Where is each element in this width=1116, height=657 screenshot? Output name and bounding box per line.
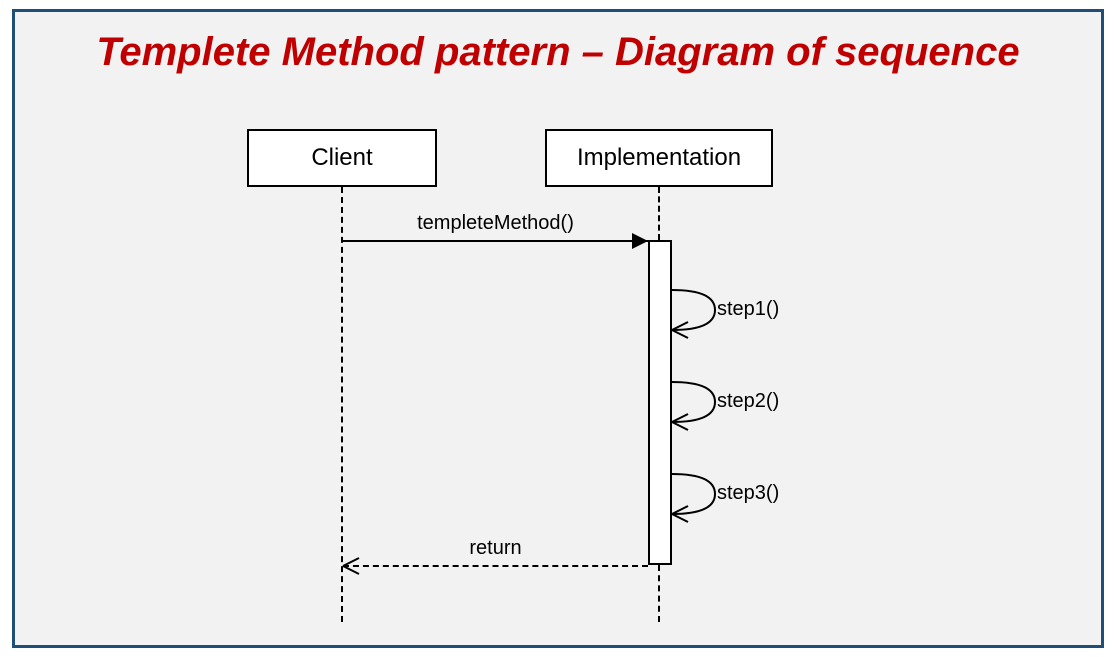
self-call-label-step1: step1() [717, 298, 779, 321]
self-call-label-step3: step3() [717, 482, 779, 505]
lifeline-label-implementation: Implementation [577, 144, 741, 172]
sequence-diagram: Client Implementation templeteMethod() r… [15, 12, 1107, 651]
lifeline-head-client: Client [247, 129, 437, 187]
message-call-label: templeteMethod() [343, 212, 648, 235]
lifeline-head-implementation: Implementation [545, 129, 773, 187]
self-call-step3 [672, 474, 715, 522]
self-call-step2 [672, 382, 715, 430]
activation-implementation [648, 240, 672, 565]
message-return-line [343, 565, 648, 567]
lifeline-implementation-bottom [658, 565, 660, 622]
self-call-step1 [672, 290, 715, 338]
lifeline-implementation-top [658, 187, 660, 240]
lifeline-label-client: Client [311, 144, 372, 172]
message-call-line [343, 240, 648, 242]
message-return-label: return [343, 537, 648, 560]
self-call-label-step2: step2() [717, 390, 779, 413]
diagram-frame: Templete Method pattern – Diagram of seq… [12, 9, 1104, 648]
